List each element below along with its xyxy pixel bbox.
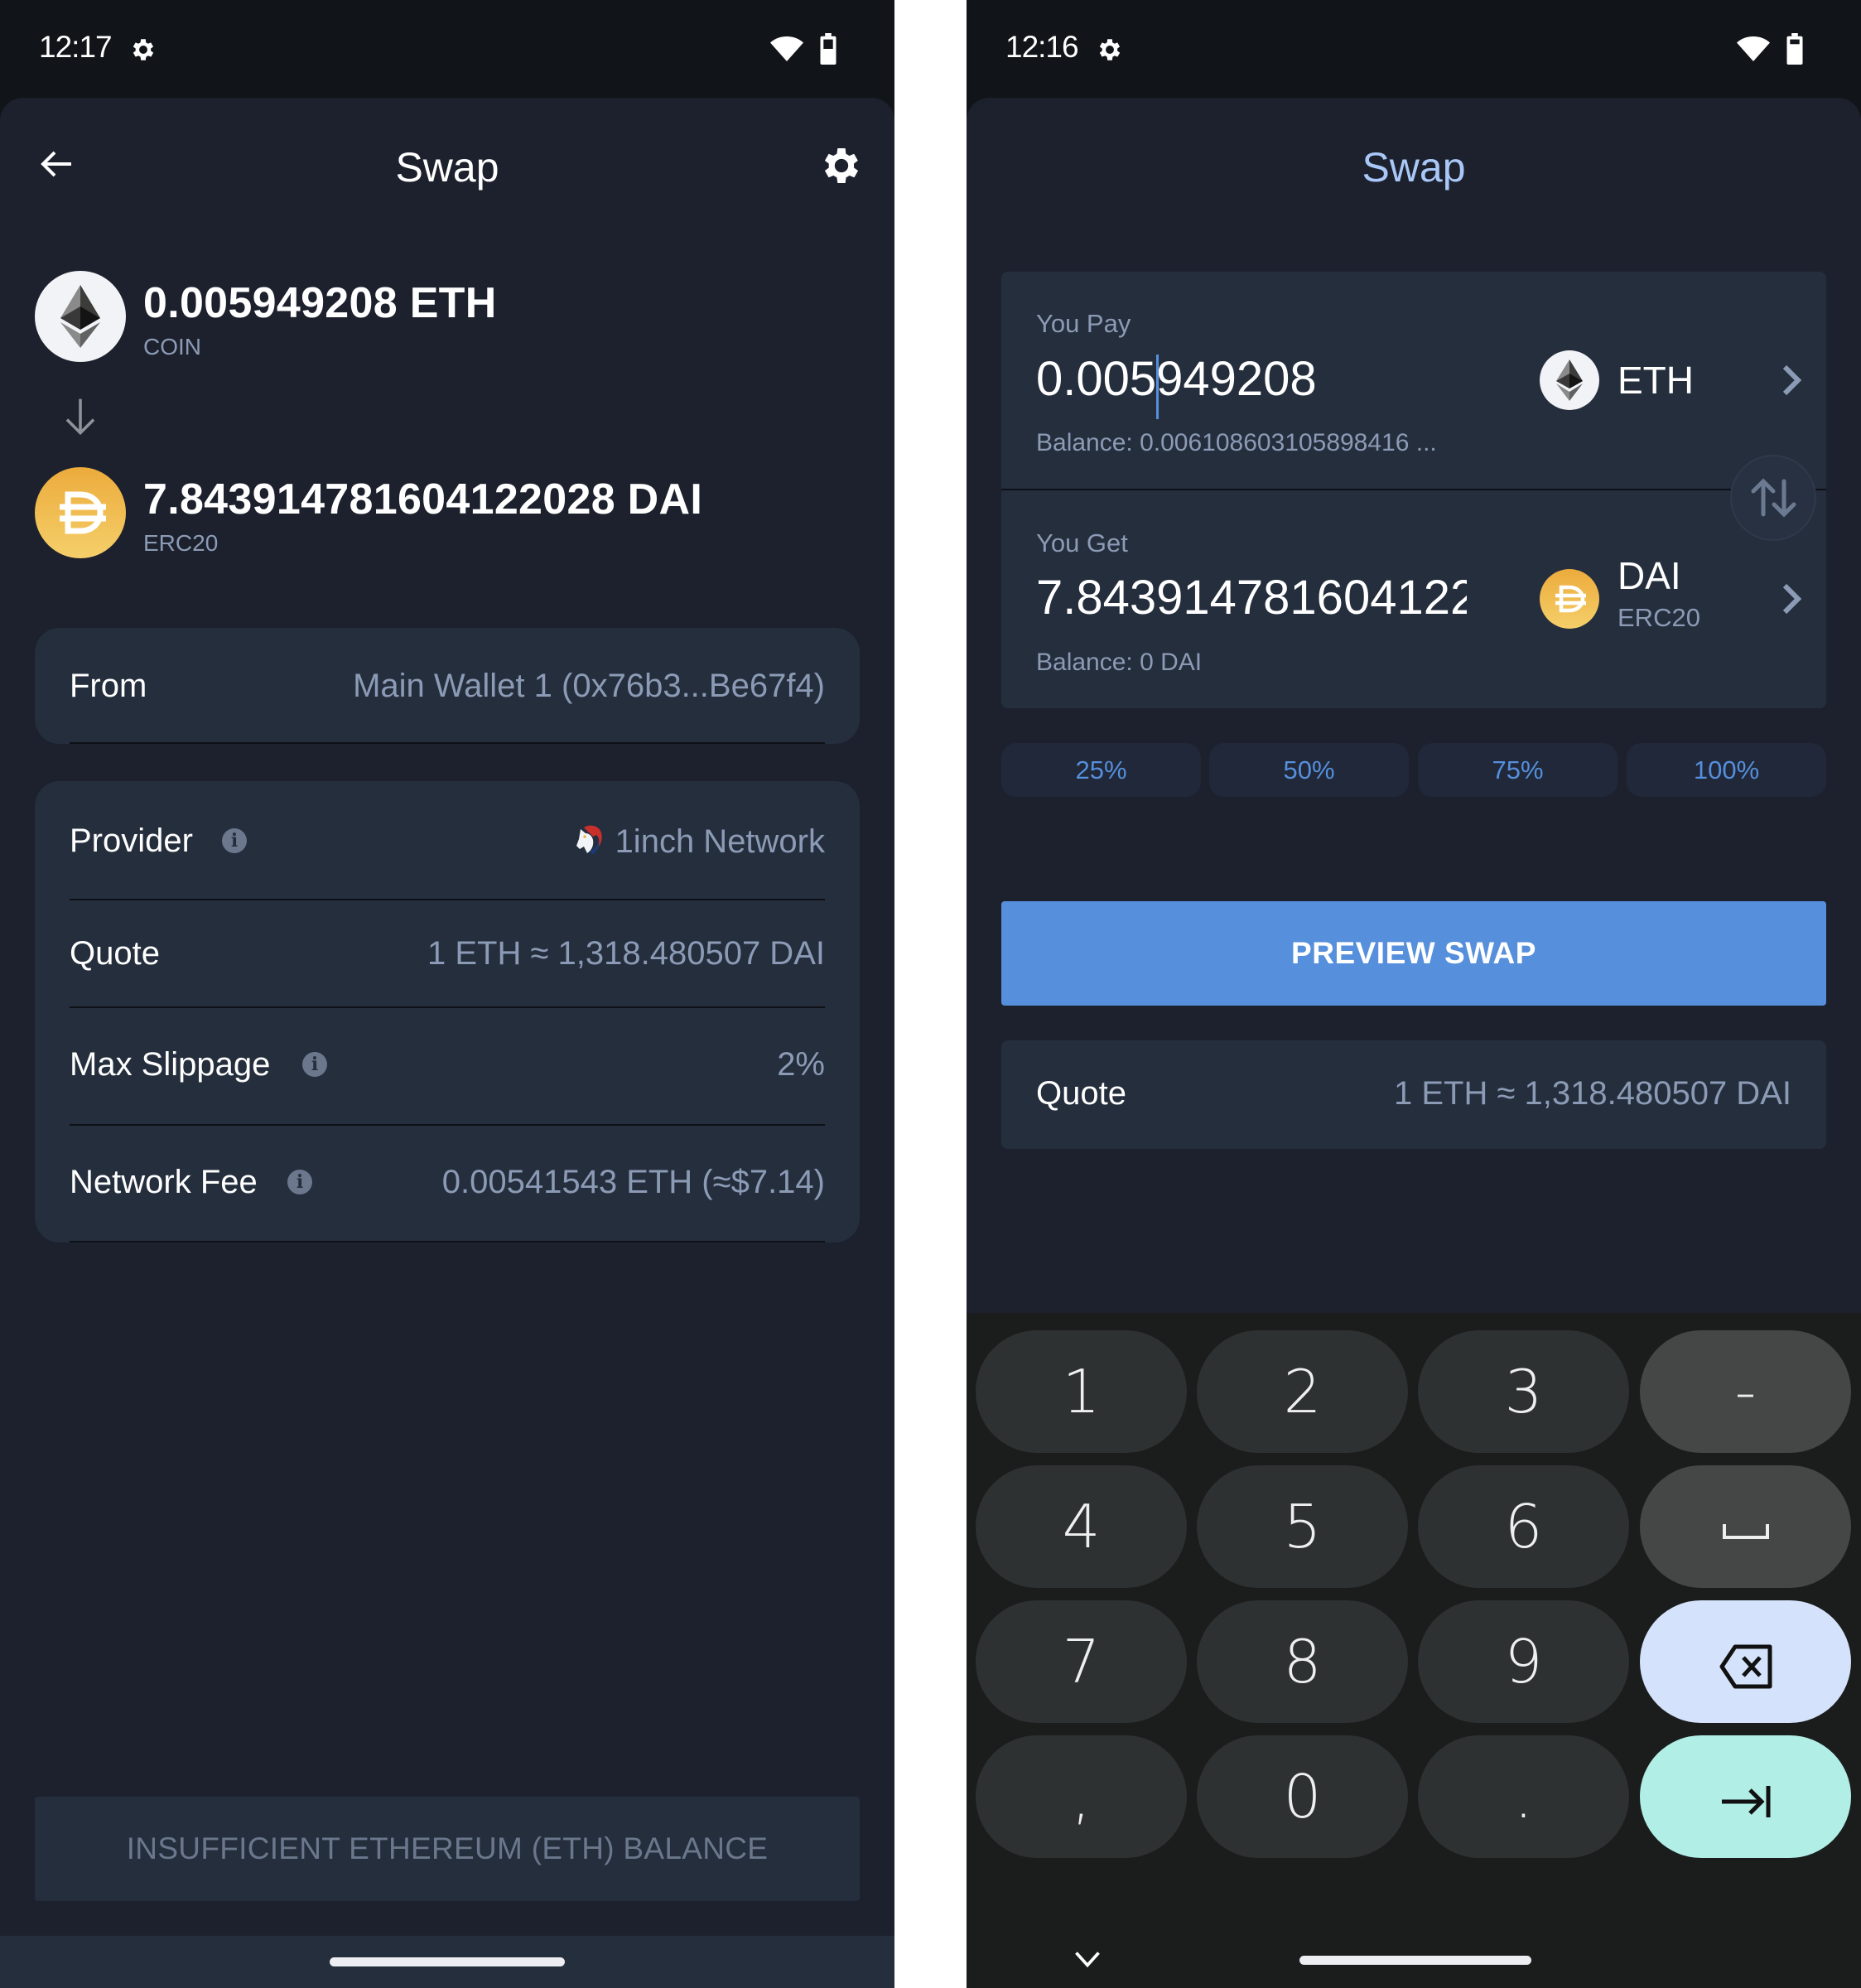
keyboard-collapse-chevron-icon[interactable] — [1073, 1949, 1102, 1969]
numeric-keyboard: 1 2 3 - 4 5 6 7 8 9 , 0 . — [967, 1313, 1861, 1988]
home-gesture-handle[interactable] — [330, 1957, 565, 1966]
dai-icon — [35, 467, 126, 558]
key-minus[interactable]: - — [1640, 1330, 1851, 1453]
quote-value: 1 ETH ≈ 1,318.480507 DAI — [427, 935, 825, 972]
insufficient-balance-button[interactable]: INSUFFICIENT ETHEREUM (ETH) BALANCE — [35, 1797, 860, 1901]
key-8[interactable]: 8 — [1197, 1600, 1408, 1723]
navigation-bar — [0, 1936, 894, 1988]
get-balance: Balance: 0 DAI — [1036, 649, 1203, 676]
from-label: From — [70, 668, 147, 704]
wifi-icon — [770, 36, 803, 61]
page-title: Swap — [395, 144, 499, 191]
swap-confirm-content: Swap 0.005949208 ETH COIN 7.843914781604… — [0, 98, 894, 1988]
get-token-standard: ERC20 — [1618, 603, 1700, 632]
slippage-info-icon[interactable]: i — [302, 1052, 327, 1077]
provider-label: Provider — [70, 823, 193, 859]
key-9[interactable]: 9 — [1418, 1600, 1629, 1723]
you-get-label: You Get — [1036, 528, 1128, 557]
status-bar: 12:16 — [967, 0, 1861, 98]
battery-icon — [1786, 33, 1803, 65]
network-fee-value: 0.00541543 ETH (≈$7.14) — [441, 1164, 825, 1200]
dai-icon[interactable] — [1540, 569, 1599, 629]
percent-75-button[interactable]: 75% — [1418, 743, 1618, 797]
get-token-chevron-icon[interactable] — [1780, 582, 1805, 615]
tab-next-icon — [1721, 1785, 1770, 1817]
provider-info-icon[interactable]: i — [222, 828, 247, 853]
divider — [70, 1241, 825, 1242]
settings-gear-icon[interactable] — [818, 142, 865, 189]
pay-token-chevron-icon[interactable] — [1780, 364, 1805, 397]
key-5[interactable]: 5 — [1197, 1465, 1408, 1588]
divider — [70, 742, 825, 744]
switch-direction-button[interactable] — [1730, 455, 1816, 541]
quote-value: 1 ETH ≈ 1,318.480507 DAI — [1393, 1075, 1791, 1112]
to-amount: 7.843914781604122028 DAI — [143, 475, 703, 524]
status-bar: 12:17 — [0, 0, 894, 98]
from-asset-type: COIN — [143, 334, 201, 359]
key-space[interactable] — [1640, 1465, 1851, 1588]
get-token-symbol[interactable]: DAI — [1618, 553, 1681, 598]
percent-50-button[interactable]: 50% — [1209, 743, 1409, 797]
swap-confirm-screen: 12:17 Swap 0.005949208 ETH COIN 7.843914… — [0, 0, 894, 1988]
swap-pair-card: You Pay 0.005949208 Balance: 0.006108603… — [1001, 272, 1826, 708]
settings-notification-icon — [1099, 39, 1121, 60]
swap-input-content: Swap You Pay 0.005949208 Balance: 0.0061… — [967, 98, 1861, 1988]
swap-details-card: Provider i 1inch Network Quote 1 ETH ≈ 1… — [35, 781, 860, 1242]
key-6[interactable]: 6 — [1418, 1465, 1629, 1588]
home-gesture-handle[interactable] — [1299, 1956, 1531, 1965]
pay-token-symbol[interactable]: ETH — [1618, 358, 1694, 403]
divider — [70, 1006, 825, 1008]
eth-icon — [35, 271, 126, 362]
key-0[interactable]: 0 — [1197, 1735, 1408, 1858]
quote-card: Quote 1 ETH ≈ 1,318.480507 DAI — [1001, 1040, 1826, 1149]
network-fee-info-icon[interactable]: i — [287, 1170, 312, 1194]
settings-notification-icon — [133, 39, 154, 60]
key-1[interactable]: 1 — [976, 1330, 1187, 1453]
backspace-icon — [1719, 1644, 1772, 1688]
quote-label: Quote — [70, 935, 160, 972]
max-slippage-label: Max Slippage — [70, 1046, 271, 1083]
to-asset-type: ERC20 — [143, 530, 219, 556]
you-pay-label: You Pay — [1036, 309, 1131, 338]
from-wallet-value: Main Wallet 1 (0x76b3...Be67f4) — [353, 668, 825, 704]
from-amount: 0.005949208 ETH — [143, 279, 497, 327]
key-next[interactable] — [1640, 1735, 1851, 1858]
key-7[interactable]: 7 — [976, 1600, 1187, 1723]
swap-input-screen: 12:16 Swap You Pay 0.005949208 Balance: … — [967, 0, 1861, 1988]
percent-100-button[interactable]: 100% — [1627, 743, 1826, 797]
max-slippage-value: 2% — [777, 1046, 825, 1083]
key-backspace[interactable] — [1640, 1600, 1851, 1723]
preview-swap-button[interactable]: PREVIEW SWAP — [1001, 901, 1826, 1006]
arrow-down-icon — [65, 398, 95, 436]
page-title: Swap — [1362, 144, 1466, 191]
swap-arrows-icon — [1751, 478, 1796, 518]
percent-25-button[interactable]: 25% — [1001, 743, 1201, 797]
key-3[interactable]: 3 — [1418, 1330, 1629, 1453]
provider-value: 1inch Network — [572, 823, 825, 861]
wifi-icon — [1737, 36, 1770, 61]
divider — [70, 899, 825, 900]
key-4[interactable]: 4 — [976, 1465, 1187, 1588]
key-comma[interactable]: , — [976, 1735, 1187, 1858]
status-time: 12:16 — [1005, 30, 1079, 64]
pay-balance: Balance: 0.006108603105898416 ... — [1036, 429, 1437, 456]
from-wallet-card: From Main Wallet 1 (0x76b3...Be67f4) — [35, 628, 860, 744]
network-fee-label: Network Fee — [70, 1164, 258, 1200]
provider-name: 1inch Network — [615, 823, 825, 860]
space-bar-icon — [1722, 1523, 1769, 1539]
key-period[interactable]: . — [1418, 1735, 1629, 1858]
battery-icon — [820, 33, 836, 65]
quote-label: Quote — [1036, 1075, 1126, 1112]
eth-icon[interactable] — [1540, 350, 1599, 410]
key-2[interactable]: 2 — [1197, 1330, 1408, 1453]
divider — [70, 1124, 825, 1126]
text-cursor — [1156, 355, 1159, 419]
status-time: 12:17 — [39, 30, 113, 64]
1inch-unicorn-icon — [576, 825, 602, 855]
get-amount-field[interactable]: 7.843914781604122028 — [1036, 570, 1467, 625]
pay-amount-input[interactable]: 0.005949208 — [1036, 351, 1467, 407]
divider — [1001, 489, 1826, 490]
